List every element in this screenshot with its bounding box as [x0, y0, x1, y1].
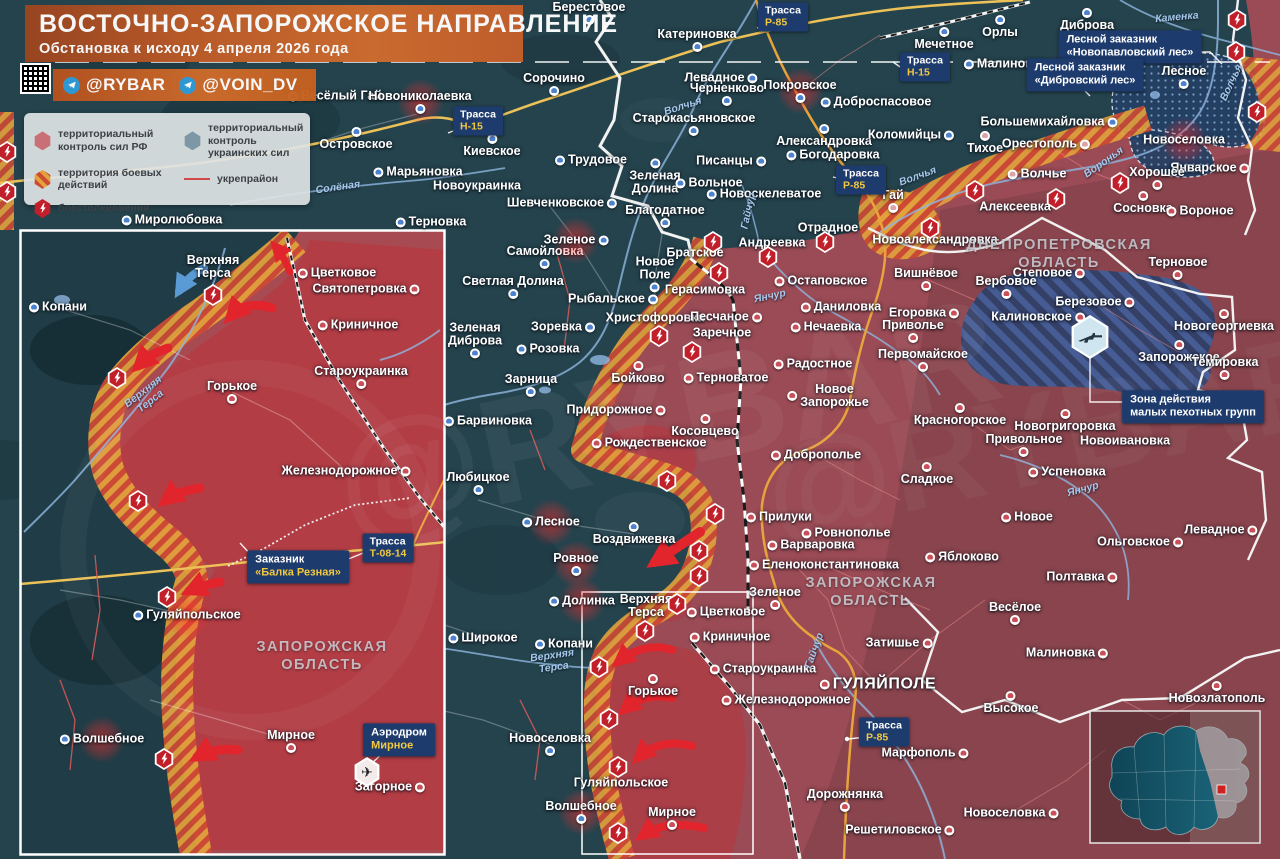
channel-voin-dv[interactable]: @VOIN_DV	[179, 75, 297, 95]
rf-control-icon	[34, 131, 51, 150]
watermark-ring	[60, 360, 440, 740]
combat-strip-left-edge	[0, 112, 14, 230]
legend-item-ua: территориальный контроль украинских сил	[184, 122, 303, 160]
map-title: ВОСТОЧНО-ЗАПОРОЖСКОЕ НАПРАВЛЕНИЕ	[39, 10, 509, 39]
legend-item-combat: территория боевых действий	[34, 167, 184, 192]
combat-zone-icon	[34, 170, 51, 189]
channel-bar: @RYBAR @VOIN_DV	[53, 69, 316, 101]
telegram-icon	[63, 77, 80, 94]
minimap-region-marker	[1217, 785, 1226, 794]
clash-icon	[34, 199, 51, 218]
map-stage: @RYBAR @RYBAR Весёлый ГайНовониколаевкаО…	[0, 0, 1280, 859]
channel-rybar[interactable]: @RYBAR	[63, 75, 165, 95]
channel-handle: @VOIN_DV	[202, 75, 297, 95]
telegram-icon	[179, 77, 196, 94]
legend-panel: территориальный контроль сил РФ территор…	[24, 113, 310, 205]
legend-item-clash: боестолкновения	[34, 199, 184, 218]
title-banner: ВОСТОЧНО-ЗАПОРОЖСКОЕ НАПРАВЛЕНИЕ Обстано…	[25, 5, 523, 62]
ua-control-icon	[184, 131, 201, 150]
channel-handle: @RYBAR	[86, 75, 165, 95]
fortification-line-icon	[184, 178, 210, 180]
legend-item-fortification: укрепрайон	[184, 167, 303, 192]
qr-code	[20, 63, 51, 94]
ukraine-minimap	[1090, 711, 1260, 843]
map-subtitle: Обстановка к исходу 4 апреля 2026 года	[39, 41, 509, 57]
legend-item-rf: территориальный контроль сил РФ	[34, 122, 184, 160]
